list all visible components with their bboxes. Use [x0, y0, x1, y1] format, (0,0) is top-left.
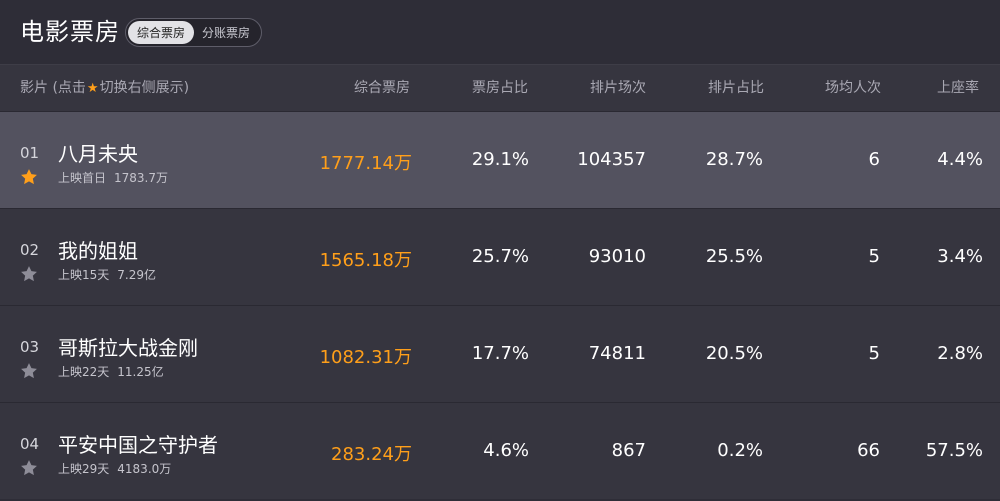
- star-outline-icon[interactable]: [19, 458, 39, 478]
- column-header-avg-attendance[interactable]: 场均人次: [825, 65, 881, 112]
- column-header-screening-share[interactable]: 排片占比: [708, 65, 764, 112]
- screenings-value: 93010: [588, 246, 646, 267]
- cumulative-boxoffice: 11.25亿: [117, 365, 164, 379]
- rank-number: 04: [20, 435, 40, 453]
- release-days-label: 上映15天: [58, 268, 110, 282]
- column-header-box-share[interactable]: 票房占比: [472, 65, 528, 112]
- table-row[interactable]: 01 八月未央上映首日 1783.7万 1777.14万 29.1% 104357 28.7…: [0, 111, 1000, 208]
- release-days-label: 上映22天: [58, 365, 110, 379]
- column-header-boxoffice[interactable]: 综合票房: [354, 65, 410, 112]
- screening-share-value: 20.5%: [705, 343, 763, 364]
- star-outline-icon[interactable]: [19, 361, 39, 381]
- film-release-info: 上映首日 1783.7万: [58, 169, 168, 186]
- table-header: 影片 (点击★切换右侧展示) 综合票房 票房占比 排片场次 排片占比 场均人次 …: [0, 64, 1000, 111]
- box-share-value: 4.6%: [483, 440, 529, 461]
- screening-share-value: 28.7%: [705, 149, 763, 170]
- star-filled-icon[interactable]: [19, 167, 39, 187]
- table-row[interactable]: 04 平安中国之守护者上映29天 4183.0万 283.24万 4.6% 867 0.2%…: [0, 402, 1000, 499]
- screenings-value: 104357: [577, 149, 646, 170]
- boxoffice-type-toggle: 综合票房 分账票房: [125, 18, 262, 47]
- boxoffice-value: 1565.18万: [319, 250, 412, 271]
- table-row[interactable]: 02 我的姐姐上映15天 7.29亿 1565.18万 25.7% 93010 25.5% 5…: [0, 208, 1000, 305]
- box-share-value: 17.7%: [471, 343, 529, 364]
- screenings-value: 867: [611, 440, 646, 461]
- column-header-screenings[interactable]: 排片场次: [590, 65, 646, 112]
- screening-share-value: 0.2%: [717, 440, 763, 461]
- table-row[interactable]: 03 哥斯拉大战金刚上映22天 11.25亿 1082.31万 17.7% 74811 20…: [0, 305, 1000, 402]
- avg-attendance-value: 66: [857, 440, 880, 461]
- cumulative-boxoffice: 1783.7万: [114, 171, 169, 185]
- occupancy-value: 57.5%: [925, 440, 983, 461]
- rank-number: 02: [20, 241, 40, 259]
- avg-attendance-value: 5: [868, 246, 880, 267]
- cumulative-boxoffice: 7.29亿: [117, 268, 157, 282]
- film-name[interactable]: 我的姐姐: [58, 235, 138, 264]
- release-days-label: 上映29天: [58, 462, 110, 476]
- box-share-value: 25.7%: [471, 246, 529, 267]
- film-release-info: 上映15天 7.29亿: [58, 266, 156, 283]
- column-header-film-prefix: 影片 (点击: [20, 80, 86, 96]
- rank-number: 01: [20, 144, 40, 162]
- avg-attendance-value: 6: [868, 149, 880, 170]
- film-name[interactable]: 哥斯拉大战金刚: [58, 332, 198, 361]
- film-release-info: 上映22天 11.25亿: [58, 363, 164, 380]
- screening-share-value: 25.5%: [705, 246, 763, 267]
- film-name[interactable]: 平安中国之守护者: [58, 429, 218, 458]
- star-outline-icon[interactable]: [19, 264, 39, 284]
- occupancy-value: 2.8%: [937, 343, 983, 364]
- toggle-split-boxoffice[interactable]: 分账票房: [194, 21, 258, 44]
- avg-attendance-value: 5: [868, 343, 880, 364]
- cumulative-boxoffice: 4183.0万: [117, 462, 172, 476]
- release-days-label: 上映首日: [58, 171, 107, 185]
- toggle-combined-boxoffice[interactable]: 综合票房: [128, 21, 194, 44]
- star-hint-icon: ★: [86, 81, 99, 96]
- film-name[interactable]: 八月未央: [58, 138, 138, 167]
- column-header-film: 影片 (点击★切换右侧展示): [20, 65, 189, 112]
- page-title: 电影票房: [20, 18, 120, 46]
- header: 电影票房 综合票房 分账票房: [0, 0, 1000, 64]
- column-header-film-suffix: 切换右侧展示): [99, 80, 190, 96]
- boxoffice-value: 1082.31万: [319, 347, 412, 368]
- column-header-occupancy[interactable]: 上座率: [937, 65, 979, 112]
- boxoffice-value: 283.24万: [331, 444, 412, 465]
- box-share-value: 29.1%: [471, 149, 529, 170]
- boxoffice-value: 1777.14万: [319, 153, 412, 174]
- occupancy-value: 3.4%: [937, 246, 983, 267]
- screenings-value: 74811: [588, 343, 646, 364]
- occupancy-value: 4.4%: [937, 149, 983, 170]
- film-release-info: 上映29天 4183.0万: [58, 460, 171, 477]
- rank-number: 03: [20, 338, 40, 356]
